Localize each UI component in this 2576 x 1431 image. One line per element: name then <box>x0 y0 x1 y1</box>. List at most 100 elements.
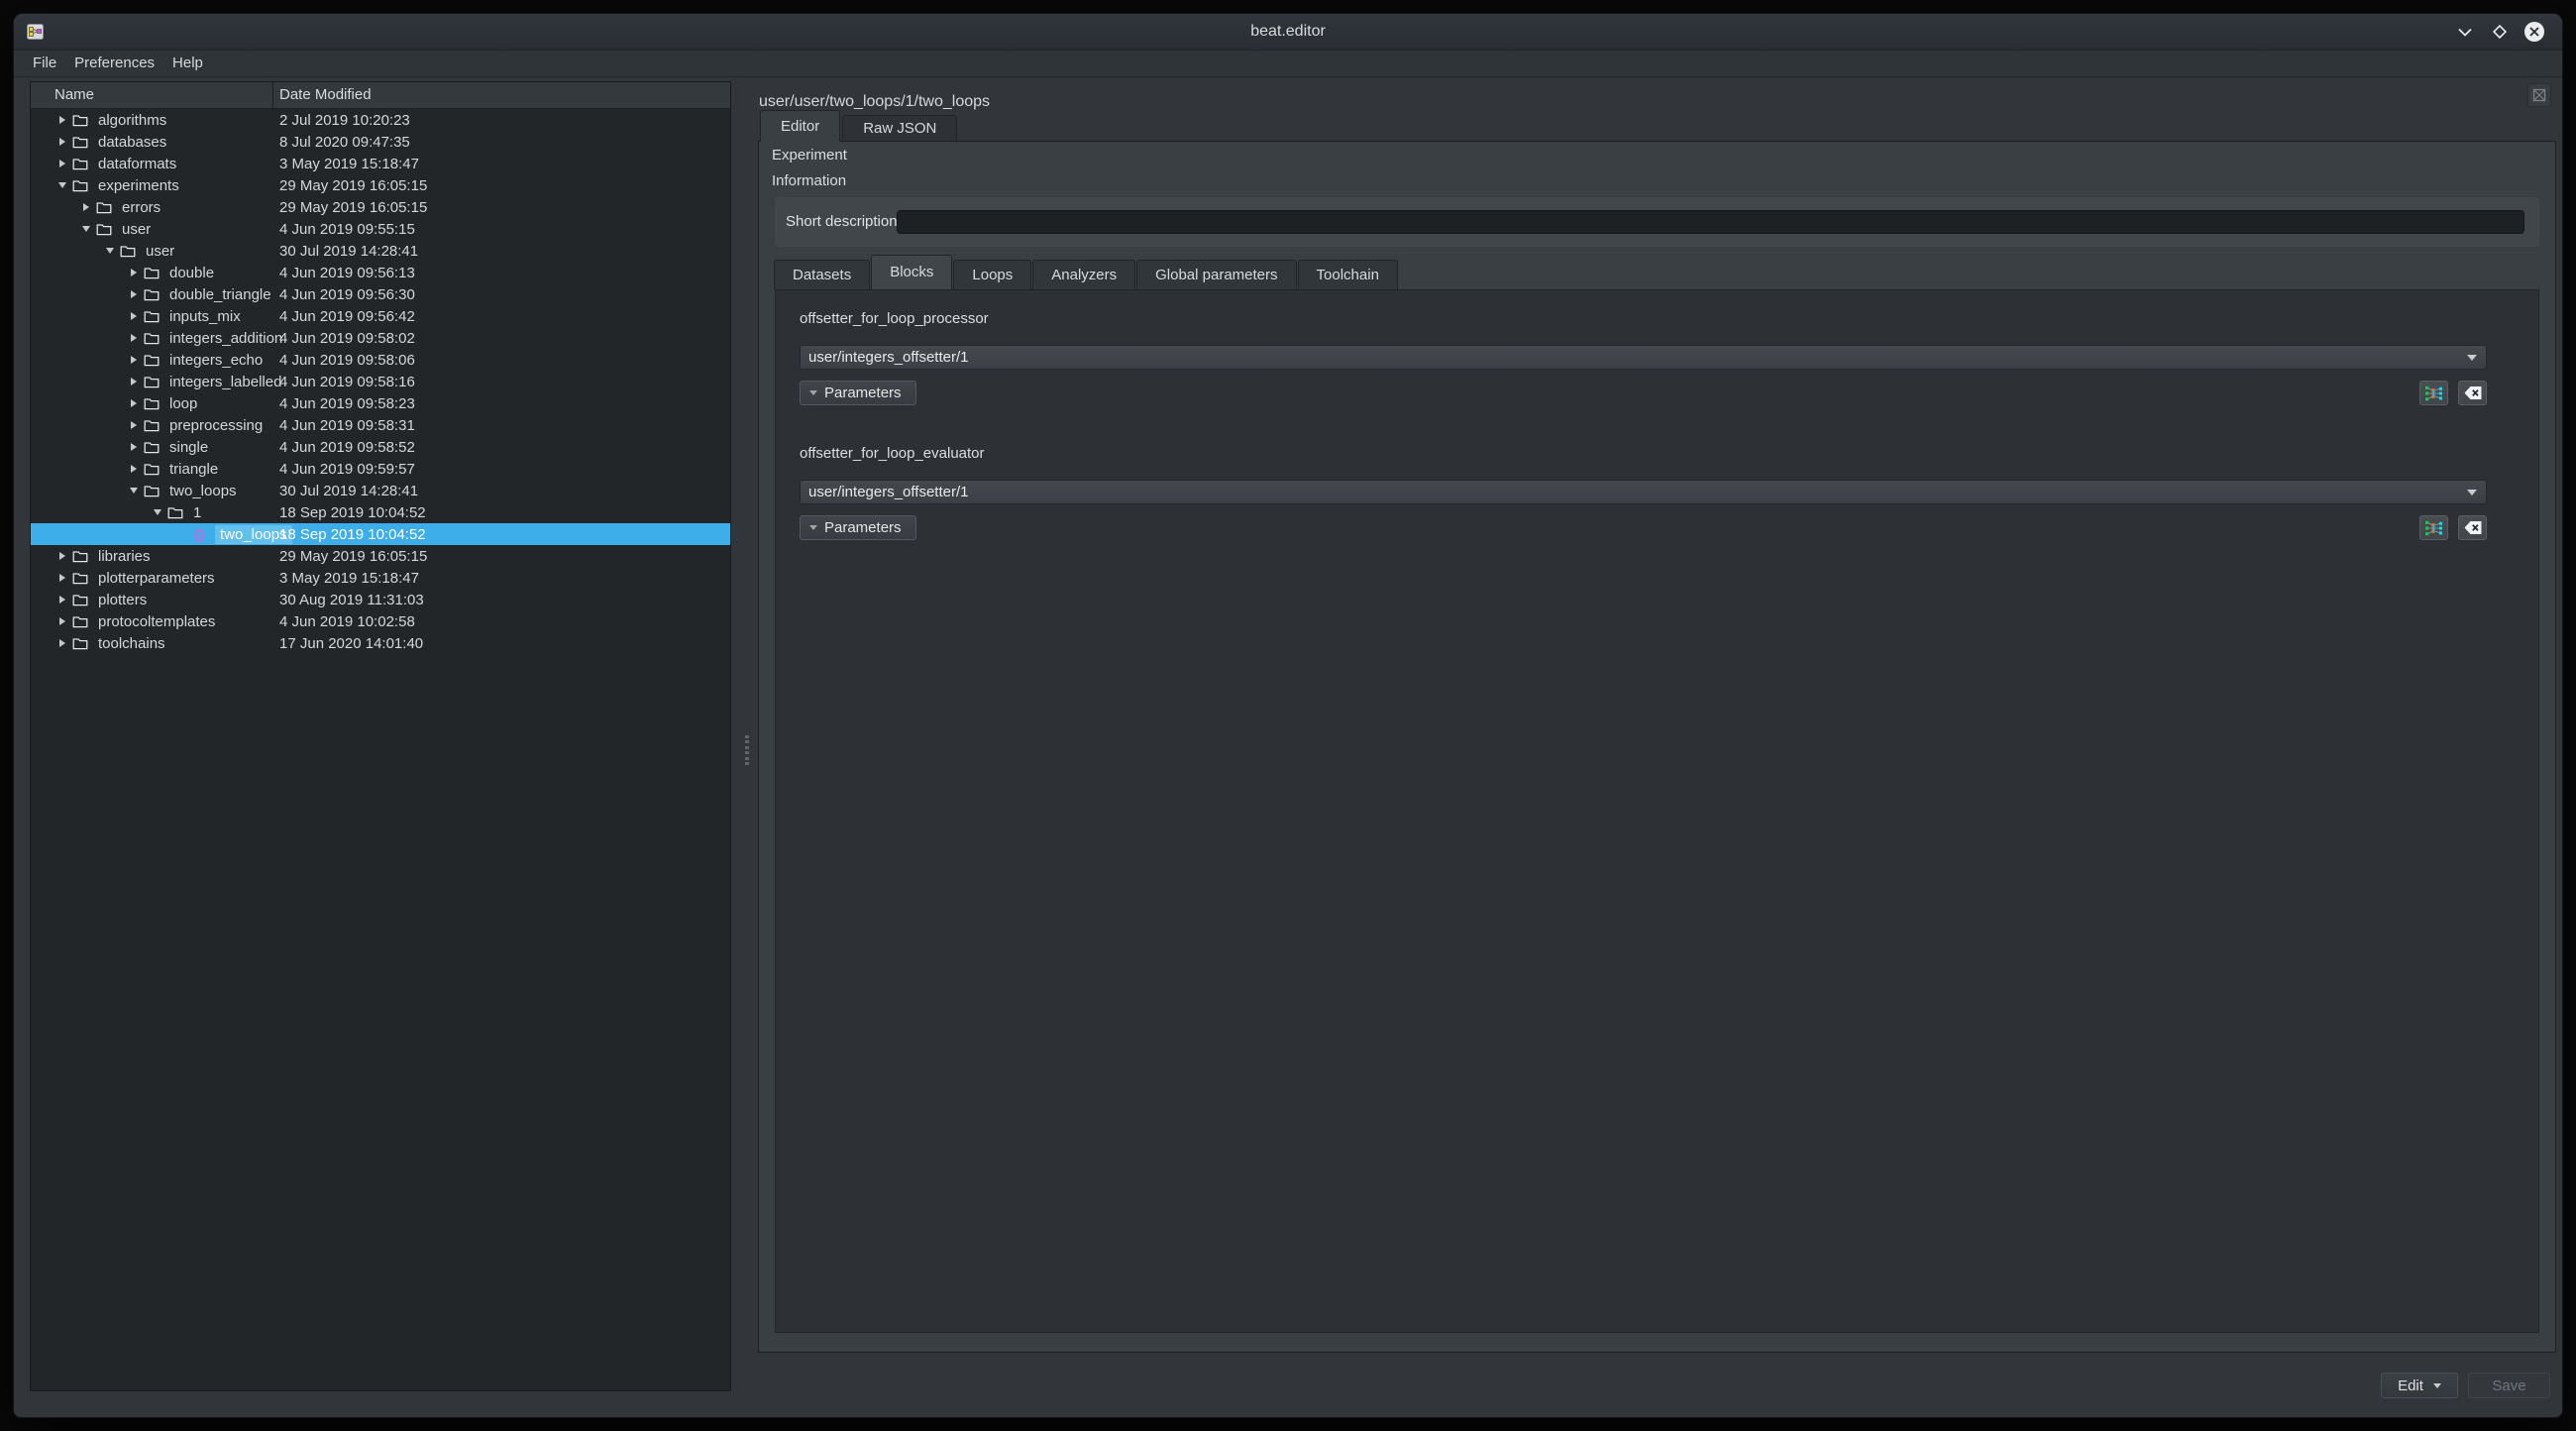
save-button[interactable]: Save <box>2468 1373 2550 1398</box>
float-panel-button[interactable] <box>2527 83 2551 107</box>
tree-row[interactable]: integers_echo 4 Jun 2019 09:58:06 <box>31 349 730 371</box>
tree-row[interactable]: algorithms 2 Jul 2019 10:20:23 <box>31 109 730 131</box>
expander-icon[interactable] <box>54 137 70 147</box>
tab-datasets[interactable]: Datasets <box>774 260 870 289</box>
tree-row[interactable]: plotters 30 Aug 2019 11:31:03 <box>31 589 730 610</box>
tree-row[interactable]: double 4 Jun 2019 09:56:13 <box>31 262 730 283</box>
tree-item-label: toolchains <box>96 634 167 653</box>
tree-row[interactable]: user 4 Jun 2019 09:55:15 <box>31 218 730 240</box>
parameters-button[interactable]: Parameters <box>800 515 916 540</box>
expander-icon[interactable] <box>126 355 142 365</box>
menubar: FilePreferencesHelp <box>14 51 2562 77</box>
toolchain-icon <box>2424 519 2443 537</box>
tab-global-parameters[interactable]: Global parameters <box>1136 260 1296 289</box>
tree-row[interactable]: plotterparameters 3 May 2019 15:18:47 <box>31 567 730 589</box>
tree-row[interactable]: single 4 Jun 2019 09:58:52 <box>31 436 730 458</box>
chevron-down-icon <box>2467 355 2477 361</box>
expander-icon[interactable] <box>78 225 94 233</box>
algorithm-value: user/integers_offsetter/1 <box>808 484 968 500</box>
tree-row[interactable]: integers_labelled 4 Jun 2019 09:58:16 <box>31 371 730 392</box>
tree-row[interactable]: triangle 4 Jun 2019 09:59:57 <box>31 458 730 480</box>
expander-icon[interactable] <box>126 333 142 343</box>
expander-icon[interactable] <box>54 595 70 605</box>
column-header-name[interactable]: Name <box>31 82 273 108</box>
tab-loops[interactable]: Loops <box>953 260 1031 289</box>
tree-item-date: 4 Jun 2019 09:58:23 <box>279 395 415 412</box>
folder-icon <box>142 332 161 345</box>
menu-item-preferences[interactable]: Preferences <box>65 51 163 76</box>
expander-icon[interactable] <box>126 464 142 474</box>
titlebar[interactable]: beat.editor <box>14 14 2562 51</box>
tree-item-label: double_triangle <box>167 285 273 304</box>
tree-item-label: user <box>120 220 153 239</box>
expander-icon[interactable] <box>78 202 94 212</box>
tab-analyzers[interactable]: Analyzers <box>1032 260 1135 289</box>
expander-icon[interactable] <box>126 487 142 495</box>
expander-icon[interactable] <box>126 398 142 408</box>
expander-icon[interactable] <box>126 289 142 299</box>
tree-item-label: user <box>144 242 176 261</box>
curly-braces-icon: {} <box>189 527 209 541</box>
expander-icon[interactable] <box>54 638 70 648</box>
tree-row[interactable]: two_loops 30 Jul 2019 14:28:41 <box>31 480 730 501</box>
expander-icon[interactable] <box>54 159 70 168</box>
tree-row[interactable]: errors 29 May 2019 16:05:15 <box>31 196 730 218</box>
tree-row[interactable]: double_triangle 4 Jun 2019 09:56:30 <box>31 283 730 305</box>
tree-row[interactable]: libraries 29 May 2019 16:05:15 <box>31 545 730 567</box>
toolchain-button[interactable] <box>2419 381 2448 405</box>
menu-item-file[interactable]: File <box>24 51 65 76</box>
expander-icon[interactable] <box>150 508 165 516</box>
tree-row[interactable]: inputs_mix 4 Jun 2019 09:56:42 <box>31 305 730 327</box>
expander-icon[interactable] <box>54 573 70 583</box>
column-header-date-modified[interactable]: Date Modified <box>273 82 372 108</box>
tree-row[interactable]: databases 8 Jul 2020 09:47:35 <box>31 131 730 153</box>
expander-icon[interactable] <box>126 268 142 277</box>
expander-icon[interactable] <box>54 616 70 626</box>
algorithm-combobox[interactable]: user/integers_offsetter/1 <box>800 345 2487 370</box>
expander-icon[interactable] <box>126 377 142 386</box>
algorithm-combobox[interactable]: user/integers_offsetter/1 <box>800 480 2487 504</box>
tree-row[interactable]: toolchains 17 Jun 2020 14:01:40 <box>31 632 730 654</box>
close-button[interactable] <box>2524 22 2544 42</box>
clear-button[interactable] <box>2458 515 2487 540</box>
expander-icon[interactable] <box>54 551 70 561</box>
tree-row[interactable]: protocoltemplates 4 Jun 2019 10:02:58 <box>31 610 730 632</box>
clear-button[interactable] <box>2458 381 2487 405</box>
tree-row[interactable]: preprocessing 4 Jun 2019 09:58:31 <box>31 414 730 436</box>
clear-backspace-icon <box>2463 520 2483 535</box>
tree-row[interactable]: user 30 Jul 2019 14:28:41 <box>31 240 730 262</box>
expander-icon[interactable] <box>126 311 142 321</box>
minimize-button[interactable] <box>2455 22 2475 42</box>
tree-row[interactable]: 1 18 Sep 2019 10:04:52 <box>31 501 730 523</box>
folder-icon <box>94 223 114 236</box>
tree-row[interactable]: experiments 29 May 2019 16:05:15 <box>31 174 730 196</box>
toolchain-button[interactable] <box>2419 515 2448 540</box>
parameters-button[interactable]: Parameters <box>800 381 916 405</box>
tree-row[interactable]: integers_addition 4 Jun 2019 09:58:02 <box>31 327 730 349</box>
expander-icon[interactable] <box>54 115 70 125</box>
tree-row[interactable]: loop 4 Jun 2019 09:58:23 <box>31 392 730 414</box>
edit-dropdown-button[interactable]: Edit <box>2381 1373 2458 1398</box>
expander-icon[interactable] <box>102 247 118 255</box>
short-description-input[interactable] <box>897 210 2524 234</box>
expander-icon[interactable] <box>126 420 142 430</box>
expander-icon[interactable] <box>54 181 70 189</box>
menu-item-help[interactable]: Help <box>163 51 212 76</box>
tree-row[interactable]: {} two_loops 18 Sep 2019 10:04:52 <box>31 523 730 545</box>
expander-icon[interactable] <box>126 442 142 452</box>
folder-icon <box>70 594 90 606</box>
tree-item-date: 4 Jun 2019 09:56:42 <box>279 308 415 325</box>
tab-blocks[interactable]: Blocks <box>871 255 952 289</box>
maximize-button[interactable] <box>2490 22 2510 42</box>
tree-item-label: single <box>167 438 210 457</box>
tree-item-date: 17 Jun 2020 14:01:40 <box>279 635 423 652</box>
tree-item-label: integers_echo <box>167 351 265 370</box>
tab-toolchain[interactable]: Toolchain <box>1298 260 1398 289</box>
block-tab-bar: DatasetsBlocksLoopsAnalyzersGlobal param… <box>774 255 1399 289</box>
window-title: beat.editor <box>14 14 2562 50</box>
tab-raw-json[interactable]: Raw JSON <box>842 115 957 142</box>
block-section: offsetter_for_loop_evaluator user/intege… <box>800 443 2487 540</box>
tab-editor[interactable]: Editor <box>760 110 840 142</box>
panel-splitter[interactable] <box>743 735 751 765</box>
tree-row[interactable]: dataformats 3 May 2019 15:18:47 <box>31 153 730 174</box>
